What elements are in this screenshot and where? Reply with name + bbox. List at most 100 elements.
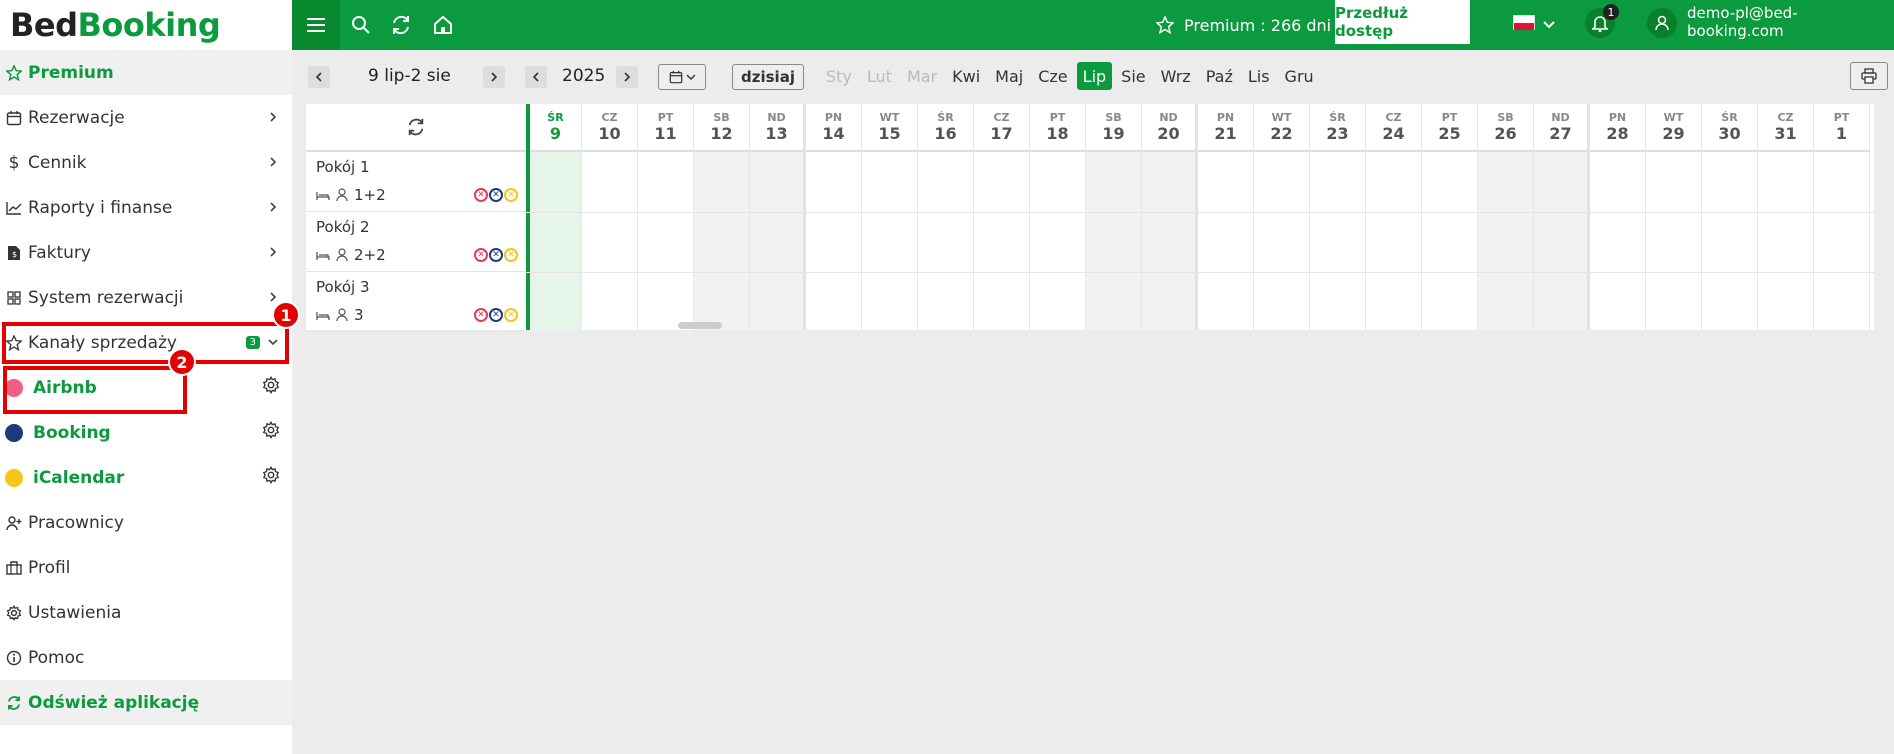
next-year-button[interactable] (616, 66, 638, 88)
day-column[interactable]: PN 28 (1590, 104, 1646, 330)
grid-refresh-cell[interactable] (306, 104, 526, 152)
day-column[interactable]: CZ 17 (974, 104, 1030, 330)
prev-range-button[interactable] (308, 66, 330, 88)
logo[interactable]: BedBooking (10, 6, 221, 44)
gear-icon[interactable] (262, 466, 280, 489)
sidebar-item-pricing[interactable]: $ Cennik (0, 140, 292, 185)
day-column[interactable]: WT 22 (1254, 104, 1310, 330)
user-avatar[interactable] (1647, 8, 1677, 38)
day-number: 24 (1382, 124, 1405, 143)
month-wrz[interactable]: Wrz (1155, 62, 1197, 90)
day-column[interactable]: CZ 24 (1366, 104, 1422, 330)
day-column[interactable]: CZ 10 (582, 104, 638, 330)
day-header: ŚR 23 (1310, 104, 1365, 152)
day-name: CZ (1385, 111, 1402, 124)
day-column[interactable]: PT 1 (1814, 104, 1870, 330)
day-column[interactable]: ŚR 30 (1702, 104, 1758, 330)
day-header: ŚR 16 (918, 104, 973, 152)
month-sie[interactable]: Sie (1115, 62, 1151, 90)
day-header: CZ 24 (1366, 104, 1421, 152)
month-sty[interactable]: Sty (820, 62, 858, 90)
sidebar-item-settings[interactable]: Ustawienia (0, 590, 292, 635)
sidebar-item-invoices[interactable]: $ Faktury (0, 230, 292, 275)
sidebar-item-premium[interactable]: Premium (0, 50, 292, 95)
user-email[interactable]: demo-pl@bed-booking.com (1687, 0, 1894, 44)
gear-icon (0, 604, 28, 621)
premium-status[interactable]: Premium : 266 dni (1156, 0, 1331, 50)
horizontal-scrollbar[interactable] (678, 322, 722, 329)
day-column[interactable]: ŚR 23 (1310, 104, 1366, 330)
day-column[interactable]: PT 25 (1422, 104, 1478, 330)
user-icon (1655, 15, 1669, 31)
day-column[interactable]: SB 19 (1086, 104, 1142, 330)
refresh-app-button[interactable]: Odśwież aplikację (0, 680, 292, 725)
icalendar-status-icon: ✕ (504, 248, 518, 262)
sidebar-item-employees[interactable]: Pracownicy (0, 500, 292, 545)
sidebar-item-label: Cennik (28, 152, 87, 173)
gear-icon[interactable] (262, 421, 280, 444)
chevron-down-icon[interactable] (1543, 15, 1555, 34)
date-picker-button[interactable] (658, 64, 706, 90)
printer-icon (1861, 68, 1877, 84)
channel-item-icalendar[interactable]: iCalendar (0, 455, 292, 500)
day-column[interactable]: ND 27 (1534, 104, 1590, 330)
day-column[interactable]: PN 14 (806, 104, 862, 330)
month-lis[interactable]: Lis (1242, 62, 1276, 90)
day-column[interactable]: ŚR 9 (526, 104, 582, 330)
sidebar-item-reservations[interactable]: Rezerwacje (0, 95, 292, 140)
search-button[interactable] (346, 0, 376, 50)
home-button[interactable] (428, 0, 458, 50)
day-column[interactable]: PT 18 (1030, 104, 1086, 330)
month-kwi[interactable]: Kwi (946, 62, 986, 90)
star-icon (1156, 16, 1174, 34)
day-column[interactable]: PT 11 (638, 104, 694, 330)
notification-count-badge: 1 (1603, 4, 1619, 20)
channel-status-icons: ✕ ✕ ✕ (473, 188, 518, 202)
sidebar-item-reports[interactable]: Raporty i finanse (0, 185, 292, 230)
today-button[interactable]: dzisiaj (732, 64, 804, 90)
day-column[interactable]: WT 15 (862, 104, 918, 330)
refresh-button[interactable] (386, 0, 416, 50)
month-mar[interactable]: Mar (901, 62, 943, 90)
year-label: 2025 (562, 66, 606, 86)
room-row[interactable]: Pokój 2 2+2 ✕ ✕ ✕ (306, 212, 526, 272)
day-column[interactable]: SB 26 (1478, 104, 1534, 330)
person-icon (336, 248, 348, 262)
month-cze[interactable]: Cze (1032, 62, 1073, 90)
day-number: 17 (990, 124, 1013, 143)
day-column[interactable]: WT 29 (1646, 104, 1702, 330)
day-column[interactable]: ND 20 (1142, 104, 1198, 330)
day-column[interactable]: PN 21 (1198, 104, 1254, 330)
extend-access-button[interactable]: Przedłuż dostęp (1335, 0, 1470, 44)
menu-toggle-button[interactable] (292, 0, 340, 50)
month-paz[interactable]: Paź (1200, 62, 1239, 90)
logo-area: BedBooking (0, 0, 292, 50)
channel-item-booking[interactable]: Booking (0, 410, 292, 455)
language-flag-icon[interactable] (1513, 15, 1535, 30)
sidebar-item-help[interactable]: Pomoc (0, 635, 292, 680)
room-row[interactable]: Pokój 3 3 ✕ ✕ ✕ (306, 272, 526, 332)
day-header: WT 15 (862, 104, 917, 152)
day-column[interactable]: ŚR 16 (918, 104, 974, 330)
month-gru[interactable]: Gru (1279, 62, 1320, 90)
day-column[interactable]: ND 13 (750, 104, 806, 330)
day-name: CZ (601, 111, 618, 124)
day-number: 13 (765, 124, 788, 143)
day-header: SB 26 (1478, 104, 1533, 152)
month-lip[interactable]: Lip (1076, 62, 1113, 90)
day-name: PT (1441, 111, 1458, 124)
room-row[interactable]: Pokój 1 1+2 ✕ ✕ ✕ (306, 152, 526, 212)
day-number: 9 (549, 124, 562, 143)
calendar-icon (0, 110, 28, 126)
sidebar-item-booking-system[interactable]: System rezerwacji (0, 275, 292, 320)
sidebar-item-profile[interactable]: Profil (0, 545, 292, 590)
month-maj[interactable]: Maj (989, 62, 1029, 90)
day-column[interactable]: SB 12 (694, 104, 750, 330)
prev-year-button[interactable] (525, 66, 547, 88)
day-column[interactable]: CZ 31 (1758, 104, 1814, 330)
next-range-button[interactable] (483, 66, 505, 88)
airbnb-status-icon: ✕ (474, 188, 488, 202)
gear-icon[interactable] (262, 376, 280, 399)
month-lut[interactable]: Lut (861, 62, 898, 90)
print-button[interactable] (1850, 62, 1888, 90)
